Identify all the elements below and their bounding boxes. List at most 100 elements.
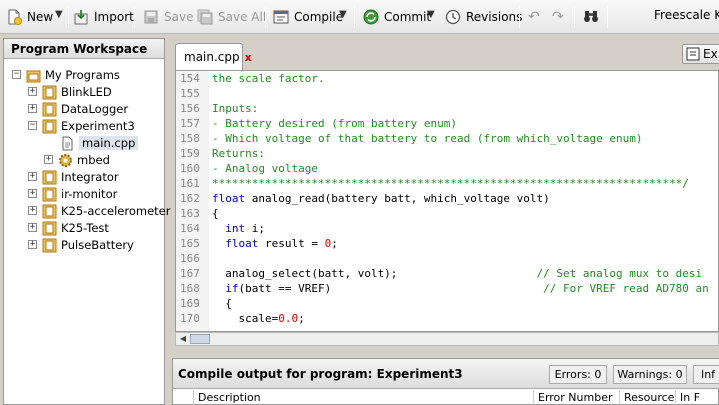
program-workspace-panel: Program Workspace − My Programs + BlinkL…: [3, 38, 170, 405]
warnings-count-tab[interactable]: Warnings: 0: [613, 365, 687, 384]
save-all-button[interactable]: Save All: [197, 8, 266, 26]
tree-item-integrator[interactable]: Integrator: [42, 169, 119, 185]
tree-item-blinkled[interactable]: BlinkLED: [42, 84, 112, 100]
line-number: 154: [180, 72, 200, 85]
code-text: float result = 0;: [225, 237, 338, 250]
tree-item-label: PulseBattery: [61, 238, 134, 252]
tree-item-experiment3[interactable]: Experiment3: [42, 118, 135, 134]
export-button[interactable]: Ex: [682, 44, 719, 64]
collapse-icon[interactable]: −: [28, 121, 37, 130]
code-text: Returns:: [212, 147, 265, 160]
tree-item-mbed[interactable]: mbed: [58, 152, 110, 168]
program-folder-icon: [42, 187, 57, 201]
import-button[interactable]: Import: [73, 8, 134, 26]
line-number: 157: [180, 117, 200, 130]
code-text: - Which voltage of that battery to read …: [212, 132, 643, 145]
revisions-clock-icon: [445, 9, 461, 25]
commit-dropdown-chevron-icon[interactable]: ▼: [427, 9, 435, 20]
tree-item-k25-test[interactable]: K25-Test: [42, 220, 109, 236]
column-description[interactable]: Description: [193, 390, 533, 405]
errors-count-tab[interactable]: Errors: 0: [549, 365, 607, 384]
revisions-label: Revisions: [466, 10, 523, 24]
tree-item-label: K25-accelerometer: [61, 204, 171, 218]
redo-icon[interactable]: ↷: [552, 8, 564, 26]
expand-icon[interactable]: +: [28, 104, 37, 113]
tree-item-datalogger[interactable]: DataLogger: [42, 101, 128, 117]
expand-icon[interactable]: +: [44, 155, 53, 164]
expand-icon[interactable]: +: [28, 172, 37, 181]
code-text: scale=0.0;: [212, 312, 305, 325]
tab-label: main.cpp: [184, 50, 240, 64]
tree-item-label: ir-monitor: [61, 187, 118, 201]
program-folder-icon: [42, 170, 57, 184]
compile-dropdown-chevron-icon[interactable]: ▼: [339, 9, 347, 20]
scroll-left-icon[interactable]: ◀: [177, 334, 189, 344]
output-header: Compile output for program: Experiment3 …: [173, 359, 719, 389]
editor-panel: main.cpp x Ex 154 the scale factor. 155 156…: [172, 38, 719, 350]
save-label: Save: [164, 10, 194, 24]
line-number: 156: [180, 102, 200, 115]
horizontal-scrollbar[interactable]: ◀: [175, 332, 719, 346]
collapse-icon[interactable]: −: [12, 70, 21, 79]
line-number: 155: [180, 87, 200, 100]
tree-item-ir-monitor[interactable]: ir-monitor: [42, 186, 117, 202]
tab-main-cpp[interactable]: main.cpp x: [175, 43, 252, 70]
line-number: 158: [180, 132, 200, 145]
tree-item-main-cpp[interactable]: main.cpp: [60, 135, 139, 151]
compile-output-panel: Compile output for program: Experiment3 …: [172, 358, 719, 405]
commit-icon: [363, 9, 379, 25]
tree-item-label: Integrator: [61, 170, 119, 184]
line-number: 165: [180, 237, 200, 250]
program-folder-icon: [42, 204, 57, 218]
tree-item-k25-accelerometer[interactable]: K25-accelerometer: [42, 203, 170, 219]
platform-label[interactable]: Freescale KL2: [654, 8, 719, 22]
tree-item-label: mbed: [77, 153, 110, 167]
tree-item-label: Experiment3: [61, 119, 135, 133]
line-number: 163: [180, 207, 200, 220]
line-number: 161: [180, 177, 200, 190]
program-folder-icon: [42, 238, 57, 252]
program-folder-icon: [42, 85, 57, 99]
code-text: float analog_read(battery batt, which_vo…: [212, 192, 550, 205]
expand-icon[interactable]: +: [28, 87, 37, 96]
code-text: - Battery desired (from battery enum): [212, 117, 458, 130]
expand-icon[interactable]: +: [28, 206, 37, 215]
code-editor[interactable]: 154 the scale factor. 155 156 Inputs: 157 - Ba…: [175, 70, 719, 332]
compile-icon: [273, 10, 289, 24]
scrollbar-thumb[interactable]: [190, 334, 210, 344]
save-disk-icon: [144, 10, 158, 24]
column-in-file[interactable]: In F: [675, 390, 719, 405]
line-number: 160: [180, 162, 200, 175]
programs-folder-icon: [26, 70, 41, 82]
code-text: {: [212, 207, 219, 220]
code-text: analog_select(batt, volt); // Set analog…: [212, 267, 703, 280]
export-icon: [686, 47, 700, 61]
expand-icon[interactable]: +: [28, 240, 37, 249]
info-count-tab[interactable]: Inf: [693, 365, 719, 384]
commit-button[interactable]: Commit: [363, 8, 431, 26]
new-button[interactable]: New: [6, 8, 53, 26]
close-tab-icon[interactable]: x: [245, 51, 252, 64]
line-number: 164: [180, 222, 200, 235]
code-text: if(batt == VREF) // For VREF read AD780 …: [225, 282, 709, 295]
save-all-label: Save All: [218, 10, 267, 24]
output-title: Compile output for program: Experiment3: [178, 367, 463, 381]
new-dropdown-chevron-icon[interactable]: ▼: [55, 9, 63, 20]
tree-item-pulsebattery[interactable]: PulseBattery: [42, 237, 134, 253]
undo-icon[interactable]: ↶: [528, 8, 540, 26]
line-number: 168: [180, 282, 200, 295]
save-button[interactable]: Save: [143, 8, 193, 26]
compile-button[interactable]: Compile: [273, 8, 343, 26]
column-resource[interactable]: Resource: [619, 390, 675, 405]
tree-root-my-programs[interactable]: My Programs: [26, 67, 120, 83]
code-text: the scale factor.: [212, 72, 325, 85]
expand-icon[interactable]: +: [28, 223, 37, 232]
column-error-number[interactable]: Error Number: [533, 390, 619, 405]
import-icon: [74, 10, 88, 25]
expand-icon[interactable]: +: [28, 189, 37, 198]
find-binoculars-icon[interactable]: [583, 8, 599, 24]
line-number: 167: [180, 267, 200, 280]
main-toolbar: New ▼ Import Save Save All Compile ▼ Com…: [0, 0, 719, 34]
workspace-title: Program Workspace: [4, 39, 164, 59]
revisions-button[interactable]: Revisions: [445, 8, 522, 26]
